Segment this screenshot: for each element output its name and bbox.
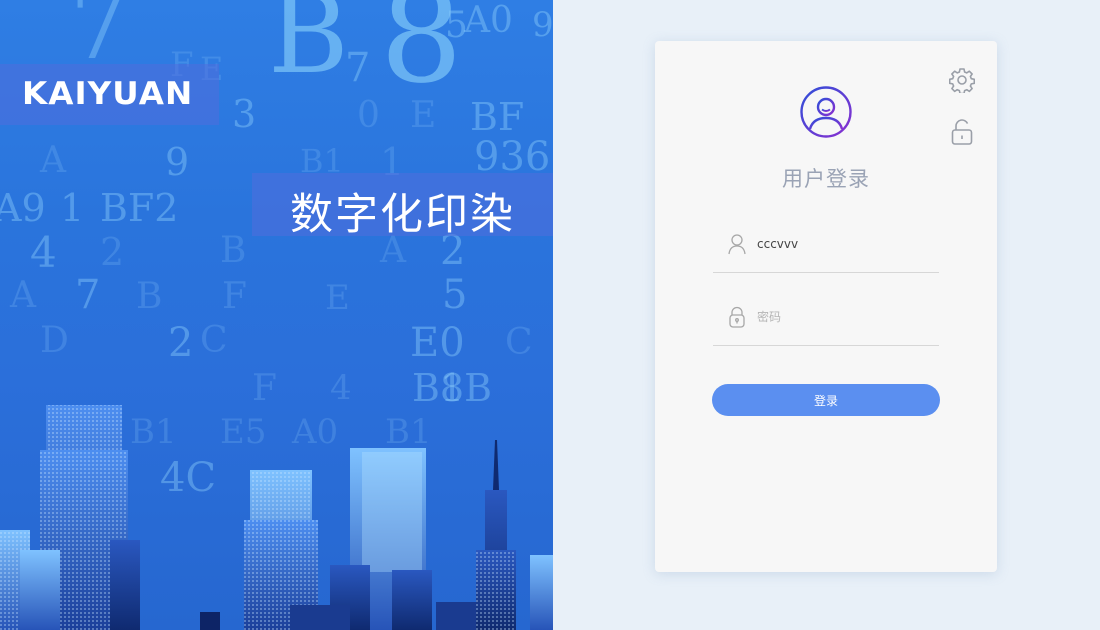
login-button[interactable]: 登录 (712, 384, 940, 416)
hero-title: 数字化印染 (290, 190, 515, 240)
bg-glyph: B (268, 0, 349, 98)
bg-glyph: A (40, 140, 66, 181)
bg-glyph: 9 (165, 140, 190, 184)
bg-glyph: C (200, 320, 228, 361)
login-title: 用户登录 (782, 167, 870, 191)
bg-glyph: C (505, 322, 533, 363)
hero-panel: B 8 7 5 A0 9 E F 3 7 0 E BF 9 A B1 1 936… (0, 0, 553, 630)
bg-glyph: B (136, 276, 163, 317)
bg-glyph: A (10, 275, 36, 316)
bg-glyph: 7 (75, 272, 101, 318)
bg-glyph: 7 (345, 45, 371, 91)
bg-glyph: A0 (464, 0, 513, 41)
bg-glyph: D (40, 320, 69, 361)
bg-glyph: 2 (100, 230, 125, 274)
bg-glyph: 1 (60, 186, 85, 230)
user-avatar-icon (800, 86, 852, 138)
bg-glyph: 0 (357, 95, 380, 136)
bg-glyph: E0 (410, 320, 465, 366)
bg-glyph: E (410, 95, 437, 136)
bg-glyph: 9 (532, 5, 553, 45)
lock-icon (729, 306, 745, 328)
bg-glyph: A9 (0, 186, 46, 230)
brand-logo: KAIYUAN (22, 76, 194, 112)
bg-glyph: 2 (168, 320, 194, 366)
unlock-icon[interactable] (951, 118, 973, 146)
username-field (713, 229, 939, 273)
bg-glyph: E (325, 278, 350, 318)
bg-glyph: F (222, 276, 247, 317)
user-icon (728, 234, 746, 255)
gear-icon[interactable] (949, 67, 975, 93)
bg-glyph: 5 (442, 272, 468, 318)
bg-glyph: B (220, 230, 247, 271)
login-card: 用户登录 登录 (655, 41, 997, 572)
bg-glyph: BF2 (100, 186, 179, 230)
bg-glyph: 4 (30, 228, 57, 277)
password-input[interactable] (757, 307, 927, 327)
password-field (713, 302, 939, 346)
username-input[interactable] (757, 234, 927, 254)
bg-glyph: 3 (232, 92, 257, 136)
bg-glyph: BF (470, 95, 525, 139)
city-skyline (0, 405, 553, 630)
